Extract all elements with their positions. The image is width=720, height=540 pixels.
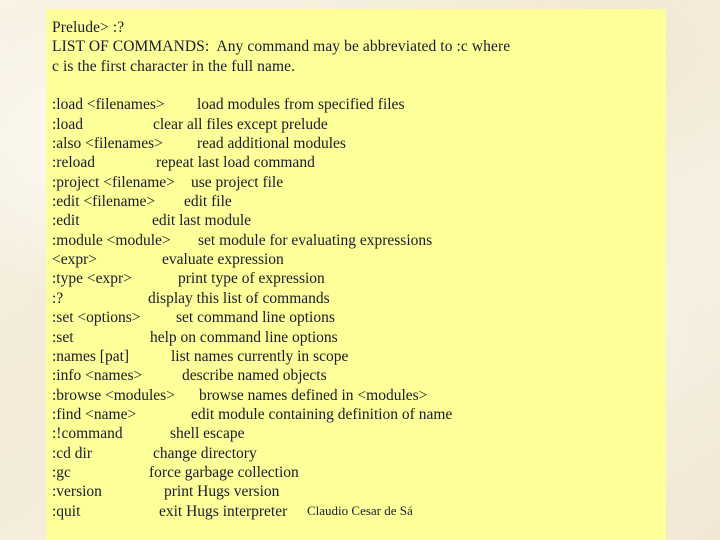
console-help-header-line-1: LIST OF COMMANDS: Any command may be abb…: [52, 38, 511, 56]
command-description: set command line options: [176, 309, 335, 327]
command-name: :names [pat]: [52, 347, 130, 365]
command-row: :load <filenames> load modules from speci…: [52, 95, 666, 114]
command-row: :edit <filename> edit file: [52, 192, 666, 211]
command-description: print Hugs version: [164, 483, 280, 501]
command-row: :module <module> set module for evaluatin…: [52, 231, 666, 250]
command-description: use project file: [191, 173, 284, 191]
command-name: :load: [52, 115, 83, 133]
console-help-header-line-2: c is the first character in the full nam…: [52, 57, 296, 75]
command-row: :reload repeat last load command: [52, 153, 666, 172]
command-name: :edit <filename>: [52, 193, 156, 211]
command-row: :set <options> set command line options: [52, 308, 666, 327]
hugs-console-output-panel: Prelude> :? LIST OF COMMANDS: Any comman…: [46, 9, 666, 540]
command-row: :set help on command line options: [52, 328, 666, 347]
command-row: :project <filename> use project file: [52, 173, 666, 192]
command-row: :info <names> describe named objects: [52, 366, 666, 385]
command-row: <expr> evaluate expression: [52, 250, 666, 269]
command-description: evaluate expression: [162, 251, 284, 269]
command-name: :module <module>: [52, 231, 171, 249]
command-name: :!command: [52, 425, 123, 443]
command-description: shell escape: [170, 425, 245, 443]
command-row: :also <filenames> read additional modules: [52, 134, 666, 153]
command-name: :reload: [52, 154, 96, 172]
command-description: display this list of commands: [148, 289, 330, 307]
command-name: :set: [52, 328, 74, 346]
command-row: :type <expr> print type of expression: [52, 269, 666, 288]
command-row: :quit exit Hugs interpreter Claudio Cesar …: [52, 502, 666, 521]
command-description: browse names defined in <modules>: [199, 386, 428, 404]
console-prompt-top: Prelude> :?: [52, 19, 125, 36]
command-description: help on command line options: [150, 328, 338, 346]
command-description: describe named objects: [182, 367, 327, 385]
console-prompt-bottom-row: Prelude>: [52, 521, 666, 540]
command-row: :version print Hugs version: [52, 482, 666, 501]
command-row: :gc force garbage collection: [52, 463, 666, 482]
command-row: :find <name> edit module containing defin…: [52, 405, 666, 424]
command-name: :find <name>: [52, 405, 137, 423]
command-description: force garbage collection: [149, 463, 299, 481]
command-description: clear all files except prelude: [153, 115, 328, 133]
command-name: <expr>: [52, 251, 98, 269]
command-description: edit file: [184, 193, 232, 211]
command-description: set module for evaluating expressions: [198, 231, 433, 249]
command-name: :cd dir: [52, 444, 93, 462]
command-name: :quit: [52, 502, 81, 520]
command-description: edit last module: [152, 212, 252, 230]
command-row: :browse <modules> browse names defined in…: [52, 386, 666, 405]
command-description: repeat last load command: [156, 154, 315, 172]
command-name: :project <filename>: [52, 173, 175, 191]
command-row: :names [pat] list names currently in scop…: [52, 347, 666, 366]
command-name: :edit: [52, 212, 80, 230]
command-name: :info <names>: [52, 367, 143, 385]
command-row: :cd dir change directory: [52, 444, 666, 463]
command-row: :edit edit last module: [52, 211, 666, 230]
command-description: print type of expression: [178, 270, 325, 288]
command-description: change directory: [153, 444, 257, 462]
command-name: :browse <modules>: [52, 386, 175, 404]
command-description: list names currently in scope: [171, 347, 349, 365]
command-name: :gc: [52, 463, 71, 481]
command-description: load modules from specified files: [197, 96, 405, 114]
command-name: :version: [52, 483, 102, 501]
command-description: read additional modules: [197, 135, 346, 153]
command-row: :load clear all files except prelude: [52, 115, 666, 134]
command-name: :type <expr>: [52, 270, 132, 288]
command-name: :?: [52, 289, 64, 307]
command-description: exit Hugs interpreter: [159, 502, 288, 520]
command-list: :load <filenames> load modules from speci…: [52, 95, 666, 521]
command-row: :!command shell escape: [52, 424, 666, 443]
command-row: :? display this list of commands: [52, 289, 666, 308]
author-credit: Claudio Cesar de Sá: [307, 502, 413, 518]
command-name: :set <options>: [52, 309, 141, 327]
command-description: edit module containing definition of nam…: [191, 405, 453, 423]
command-name: :also <filenames>: [52, 135, 163, 153]
command-name: :load <filenames>: [52, 96, 165, 114]
slide-root: Prelude> :? LIST OF COMMANDS: Any comman…: [0, 0, 720, 540]
